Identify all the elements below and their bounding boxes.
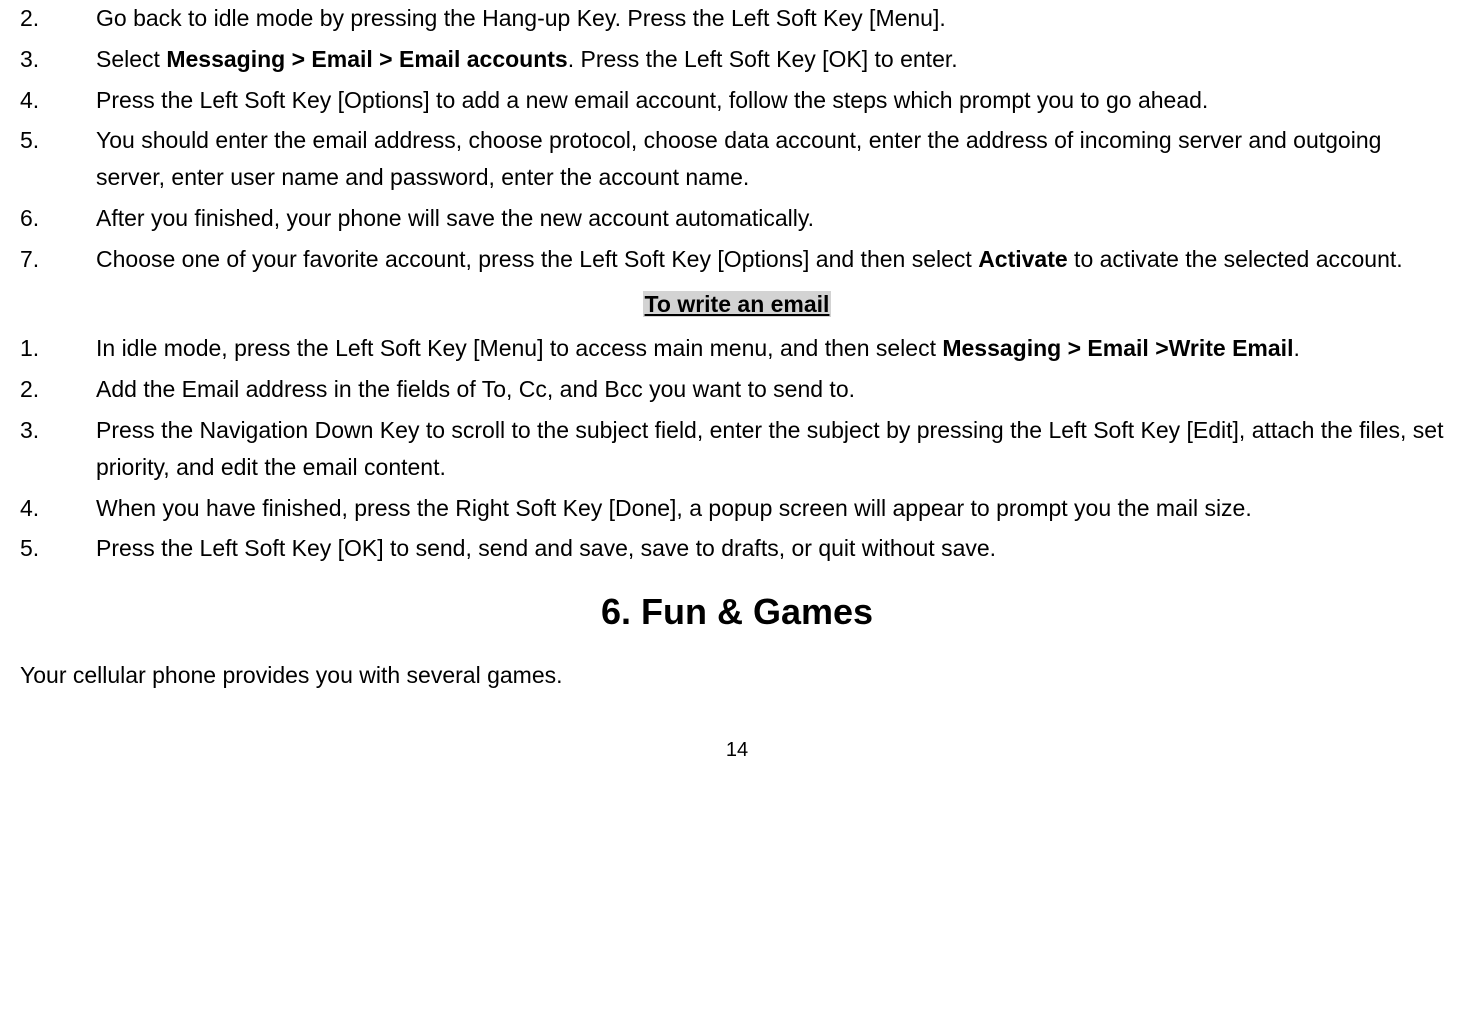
body-paragraph: Your cellular phone provides you with se… [20,657,1454,694]
list-number: 5. [20,122,96,196]
list-item: 3.Select Messaging > Email > Email accou… [20,41,1454,78]
list-content: When you have finished, press the Right … [96,490,1454,527]
text-run: . [1293,335,1299,361]
text-run: Go back to idle mode by pressing the Han… [96,5,946,31]
section-heading-write-email: To write an email [20,286,1454,323]
list-content: Add the Email address in the fields of T… [96,371,1454,408]
list-item: 2.Go back to idle mode by pressing the H… [20,0,1454,37]
text-run: In idle mode, press the Left Soft Key [M… [96,335,942,361]
list-number: 4. [20,490,96,527]
list-item: 3.Press the Navigation Down Key to scrol… [20,412,1454,486]
list-item: 6.After you finished, your phone will sa… [20,200,1454,237]
page-number: 14 [20,734,1454,766]
text-run: Choose one of your favorite account, pre… [96,246,978,272]
text-run: After you finished, your phone will save… [96,205,814,231]
text-run: Press the Left Soft Key [Options] to add… [96,87,1208,113]
list-item: 2.Add the Email address in the fields of… [20,371,1454,408]
list-number: 4. [20,82,96,119]
text-run: Press the Left Soft Key [OK] to send, se… [96,535,996,561]
text-run: Activate [978,246,1067,272]
list-number: 3. [20,412,96,486]
list-item: 4.Press the Left Soft Key [Options] to a… [20,82,1454,119]
list-number: 1. [20,330,96,367]
chapter-heading-fun-games: 6. Fun & Games [20,583,1454,641]
list-number: 5. [20,530,96,567]
list-item: 4.When you have finished, press the Righ… [20,490,1454,527]
text-run: Messaging > Email > Email accounts [166,46,567,72]
section-heading-text: To write an email [643,291,832,317]
list-content: You should enter the email address, choo… [96,122,1454,196]
list-item: 7.Choose one of your favorite account, p… [20,241,1454,278]
list-a: 2.Go back to idle mode by pressing the H… [20,0,1454,278]
list-content: In idle mode, press the Left Soft Key [M… [96,330,1454,367]
list-content: Press the Left Soft Key [OK] to send, se… [96,530,1454,567]
list-content: Choose one of your favorite account, pre… [96,241,1454,278]
text-run: Press the Navigation Down Key to scroll … [96,417,1444,480]
list-number: 2. [20,371,96,408]
text-run: Add the Email address in the fields of T… [96,376,855,402]
list-content: Press the Left Soft Key [Options] to add… [96,82,1454,119]
text-run: Messaging > Email >Write Email [942,335,1293,361]
list-content: Select Messaging > Email > Email account… [96,41,1454,78]
list-number: 7. [20,241,96,278]
list-content: Go back to idle mode by pressing the Han… [96,0,1454,37]
list-number: 3. [20,41,96,78]
text-run: You should enter the email address, choo… [96,127,1381,190]
list-item: 1.In idle mode, press the Left Soft Key … [20,330,1454,367]
list-content: After you finished, your phone will save… [96,200,1454,237]
list-number: 6. [20,200,96,237]
text-run: to activate the selected account. [1068,246,1403,272]
list-item: 5.Press the Left Soft Key [OK] to send, … [20,530,1454,567]
text-run: . Press the Left Soft Key [OK] to enter. [568,46,958,72]
text-run: Select [96,46,166,72]
list-item: 5.You should enter the email address, ch… [20,122,1454,196]
list-content: Press the Navigation Down Key to scroll … [96,412,1454,486]
list-b: 1.In idle mode, press the Left Soft Key … [20,330,1454,567]
text-run: When you have finished, press the Right … [96,495,1252,521]
list-number: 2. [20,0,96,37]
